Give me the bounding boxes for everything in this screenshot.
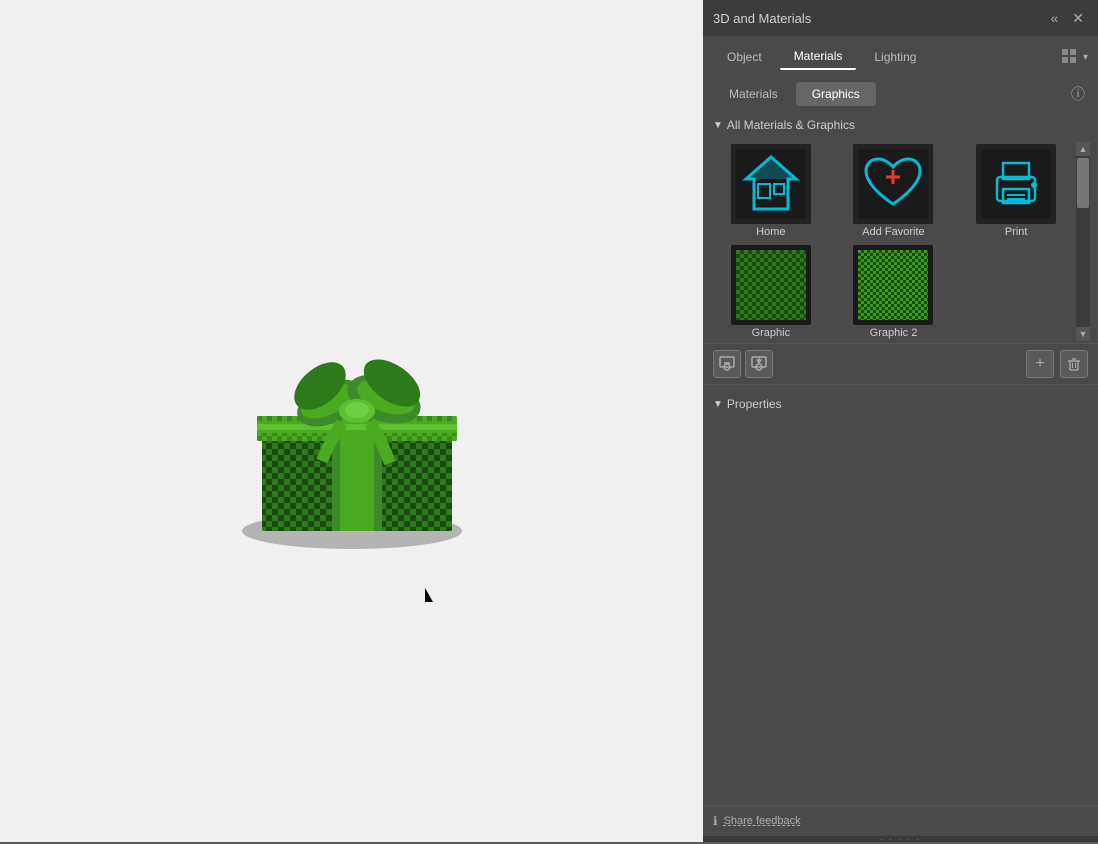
trash-icon xyxy=(1067,357,1081,371)
import-icon xyxy=(719,356,735,372)
print-thumbnail xyxy=(976,144,1056,224)
grid-area: Home Add Favo xyxy=(703,140,1098,343)
scroll-down-button[interactable]: ▼ xyxy=(1076,327,1090,341)
properties-header[interactable]: ▼ Properties xyxy=(703,389,1098,419)
tab-icon-area: ▾ xyxy=(1061,48,1088,66)
section-arrow-icon: ▼ xyxy=(713,120,723,131)
sub-tab-materials[interactable]: Materials xyxy=(713,82,794,106)
export-icon xyxy=(751,356,767,372)
resize-dots: · · · · · xyxy=(880,835,920,844)
panel-resize-bar[interactable]: · · · · · xyxy=(703,836,1098,842)
mouse-cursor xyxy=(425,588,433,602)
graphic2-label: Graphic 2 xyxy=(870,327,918,339)
properties-arrow-icon: ▼ xyxy=(713,399,723,410)
graphic-label: Graphic xyxy=(752,327,791,339)
tab-lighting[interactable]: Lighting xyxy=(860,45,930,69)
footer-info-icon: ℹ xyxy=(713,814,718,828)
collapse-button[interactable]: « xyxy=(1046,8,1062,28)
scroll-track xyxy=(1076,156,1090,327)
grid-view-icon[interactable] xyxy=(1061,48,1079,66)
side-panel: 3D and Materials « ✕ Object Materials Li… xyxy=(703,0,1098,842)
grid-item-graphic2[interactable]: Graphic 2 xyxy=(834,243,954,341)
grid-item-favorite[interactable]: Add Favorite xyxy=(834,142,954,240)
graphic-thumbnail xyxy=(731,245,811,325)
sub-tab-graphics[interactable]: Graphics xyxy=(796,82,876,106)
graphic2-thumbnail xyxy=(853,245,933,325)
grid-content: Home Add Favo xyxy=(711,142,1076,341)
panel-titlebar: 3D and Materials « ✕ xyxy=(703,0,1098,36)
dropdown-icon[interactable]: ▾ xyxy=(1083,52,1088,63)
main-tabs: Object Materials Lighting ▾ xyxy=(703,36,1098,78)
grid-item-empty xyxy=(956,243,1076,341)
export-button[interactable] xyxy=(745,350,773,378)
close-button[interactable]: ✕ xyxy=(1068,8,1088,29)
properties-section: ▼ Properties xyxy=(703,384,1098,599)
canvas-area xyxy=(0,0,703,842)
grid-scroll-wrapper: Home Add Favo xyxy=(711,142,1090,341)
properties-title: Properties xyxy=(727,397,782,411)
ribbon-vert-light xyxy=(340,431,374,531)
scroll-up-button[interactable]: ▲ xyxy=(1076,142,1090,156)
scroll-thumb[interactable] xyxy=(1077,158,1089,208)
titlebar-controls: « ✕ xyxy=(1046,8,1088,29)
favorite-label: Add Favorite xyxy=(862,226,924,238)
grid-row-1: Home Add Favo xyxy=(711,142,1076,240)
delete-button[interactable] xyxy=(1060,350,1088,378)
home-label: Home xyxy=(756,226,785,238)
grid-item-print[interactable]: Print xyxy=(956,142,1076,240)
info-button[interactable]: ⓘ xyxy=(1068,84,1088,104)
add-favorite-icon xyxy=(858,149,928,219)
graphic2-preview-icon xyxy=(858,250,928,320)
tab-materials[interactable]: Materials xyxy=(780,44,857,70)
feedback-link[interactable]: Share feedback xyxy=(724,815,801,827)
home-thumbnail xyxy=(731,144,811,224)
gift-box xyxy=(212,281,492,561)
toolbar-row: + xyxy=(703,343,1098,384)
gift-box-svg xyxy=(212,281,492,561)
ribbon-horiz-stripe xyxy=(257,424,457,430)
grid-row-2: Graphic xyxy=(711,243,1076,341)
graphic-preview-icon xyxy=(736,250,806,320)
section-title: All Materials & Graphics xyxy=(727,118,855,132)
import-button[interactable] xyxy=(713,350,741,378)
grid-item-graphic[interactable]: Graphic xyxy=(711,243,831,341)
panel-spacer xyxy=(703,599,1098,805)
scrollbar-vertical: ▲ ▼ xyxy=(1076,142,1090,341)
sub-tabs: Materials Graphics ⓘ xyxy=(703,78,1098,110)
tab-object[interactable]: Object xyxy=(713,45,776,69)
bow-knot-light xyxy=(345,402,369,418)
home-icon xyxy=(736,149,806,219)
print-icon xyxy=(981,149,1051,219)
toolbar-import-export xyxy=(713,350,773,378)
panel-title: 3D and Materials xyxy=(713,11,811,26)
section-header[interactable]: ▼ All Materials & Graphics xyxy=(703,110,1098,140)
grid-item-home[interactable]: Home xyxy=(711,142,831,240)
favorite-thumbnail xyxy=(853,144,933,224)
add-button[interactable]: + xyxy=(1026,350,1054,378)
print-label: Print xyxy=(1005,226,1028,238)
panel-bottom: ℹ Share feedback xyxy=(703,805,1098,836)
